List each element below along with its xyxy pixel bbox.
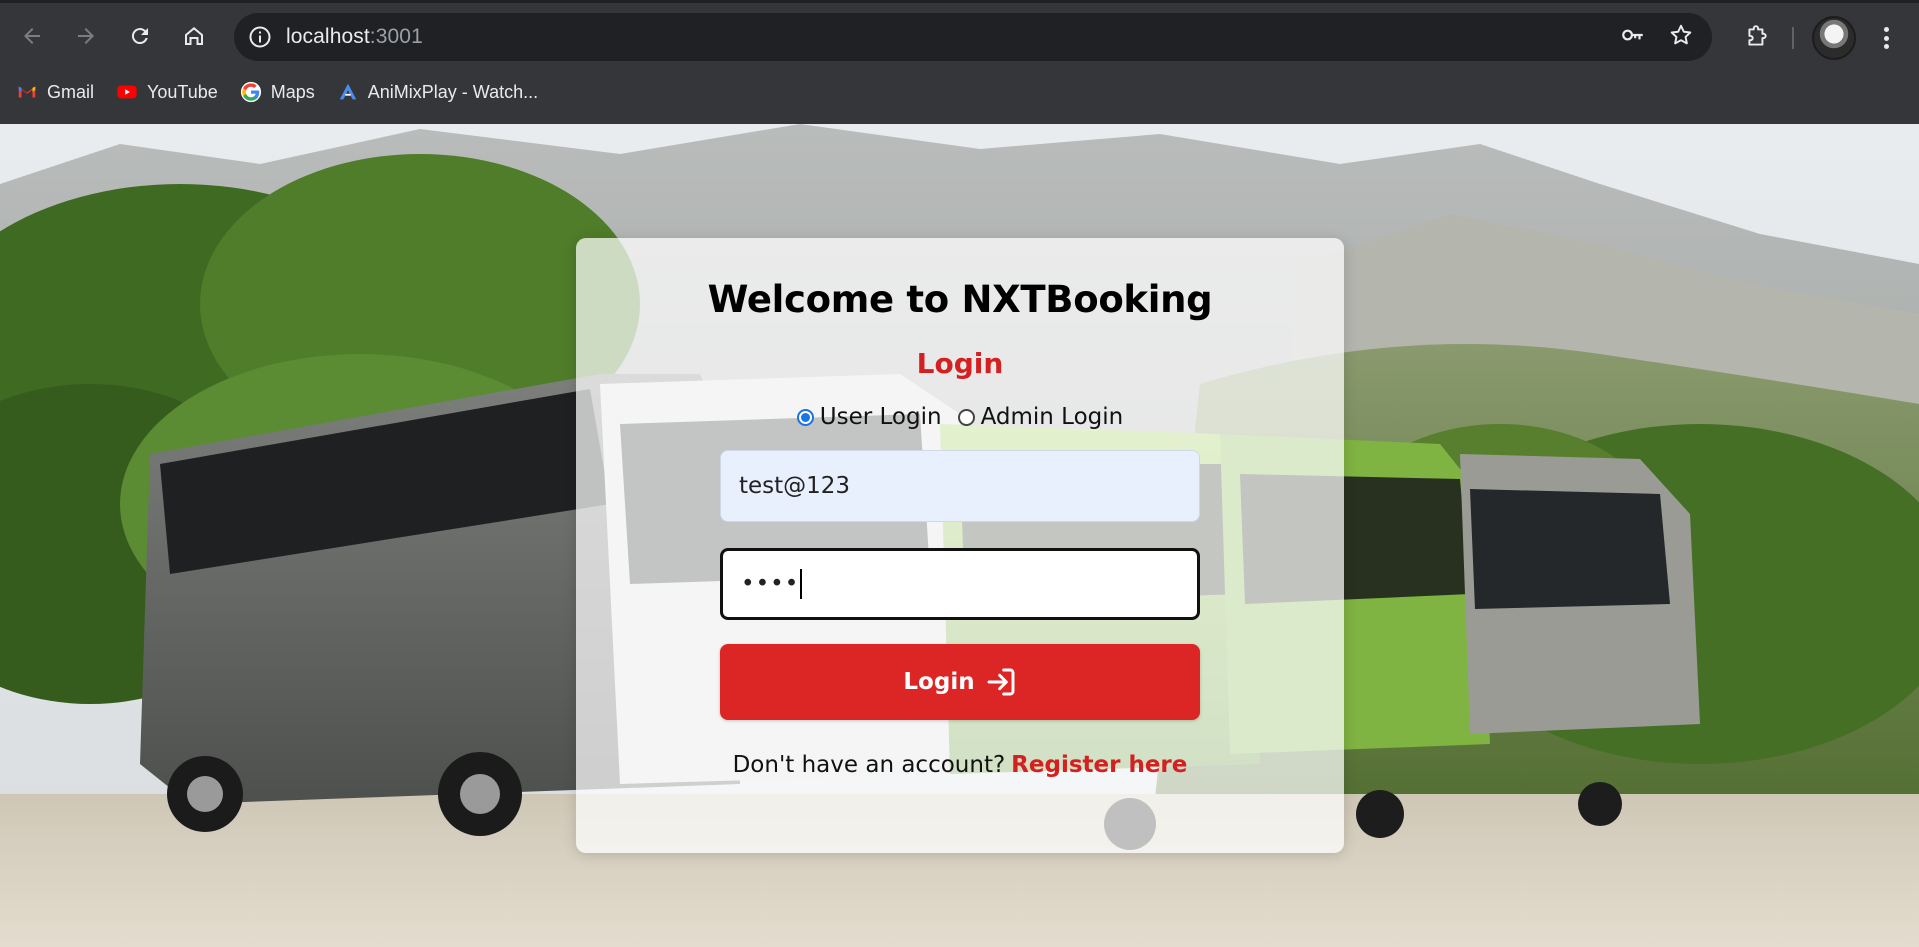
login-card: Welcome to NXTBooking Login User Login A…: [576, 238, 1344, 853]
register-prompt-row: Don't have an account? Register here: [733, 752, 1188, 778]
bookmark-animixplay[interactable]: AniMixPlay - Watch...: [337, 81, 538, 103]
kebab-dot-icon: [1883, 27, 1889, 32]
email-field[interactable]: test@123: [720, 450, 1200, 522]
site-info-icon[interactable]: [246, 23, 274, 51]
admin-login-radio[interactable]: [957, 408, 975, 426]
bookmark-maps[interactable]: Maps: [240, 81, 315, 103]
page-title: Welcome to NXTBooking: [707, 278, 1213, 321]
user-login-label: User Login: [819, 404, 942, 430]
bookmarks-bar: Gmail YouTube Maps AniMixPlay - Watch...: [0, 72, 1919, 112]
kebab-dot-icon: [1883, 35, 1889, 41]
password-key-icon[interactable]: [1620, 22, 1646, 53]
url-text[interactable]: localhost:3001: [286, 25, 423, 49]
reload-icon: [131, 28, 148, 45]
extensions-button[interactable]: [1737, 17, 1777, 57]
user-login-radio[interactable]: [796, 408, 814, 426]
bookmark-star-icon[interactable]: [1668, 22, 1694, 53]
bookmark-label: AniMixPlay - Watch...: [367, 81, 539, 102]
omnibox-actions: [1620, 13, 1694, 61]
text-caret: [800, 569, 803, 599]
register-prompt: Don't have an account?: [732, 752, 1006, 778]
arrow-left-icon: [24, 28, 40, 44]
login-button[interactable]: Login: [720, 644, 1200, 720]
admin-login-option[interactable]: Admin Login: [957, 404, 1124, 430]
login-type-selector: User Login Admin Login: [789, 404, 1131, 430]
sign-in-icon: [987, 668, 1015, 696]
email-value: test@123: [739, 473, 851, 499]
page-viewport: Welcome to NXTBooking Login User Login A…: [0, 124, 1919, 947]
bookmark-label: Gmail: [47, 81, 95, 102]
browser-toolbar: localhost:3001: [0, 3, 1919, 69]
admin-login-label: Admin Login: [980, 404, 1124, 430]
address-bar[interactable]: localhost:3001: [234, 13, 1712, 61]
login-heading: Login: [916, 347, 1004, 380]
home-icon: [185, 27, 203, 45]
browser-chrome: localhost:3001 Gmail YouTube Maps AniMix…: [0, 0, 1919, 124]
toolbar-divider: [1792, 27, 1794, 49]
profile-avatar[interactable]: [1812, 16, 1856, 60]
bookmark-youtube[interactable]: YouTube: [116, 81, 218, 103]
login-button-label: Login: [903, 669, 975, 695]
register-link[interactable]: Register here: [1011, 752, 1187, 778]
animixplay-icon: [337, 81, 359, 103]
bookmark-gmail[interactable]: Gmail: [16, 81, 94, 103]
password-value: ••••: [741, 571, 800, 597]
kebab-dot-icon: [1883, 44, 1889, 49]
gmail-icon: [16, 81, 38, 103]
back-button[interactable]: [12, 16, 52, 56]
arrow-right-icon: [78, 28, 94, 44]
url-host: localhost: [286, 25, 370, 48]
browser-menu-button[interactable]: [1872, 23, 1900, 53]
user-login-option[interactable]: User Login: [796, 404, 942, 430]
reload-button[interactable]: [120, 16, 160, 56]
password-field[interactable]: ••••: [720, 548, 1200, 620]
bookmark-label: Maps: [270, 81, 315, 102]
forward-button[interactable]: [66, 16, 106, 56]
url-port: :3001: [369, 25, 423, 48]
youtube-icon: [116, 81, 138, 103]
google-icon: [240, 81, 262, 103]
bookmark-label: YouTube: [147, 81, 218, 102]
home-button[interactable]: [174, 16, 214, 56]
puzzle-icon: [1748, 25, 1767, 46]
